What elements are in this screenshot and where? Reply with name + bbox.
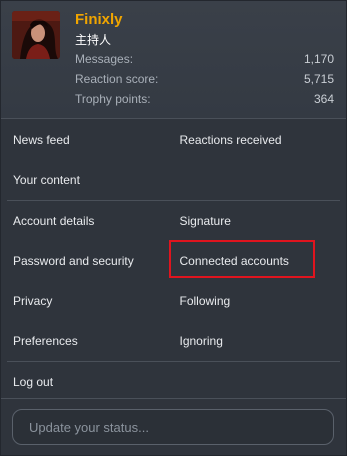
link-empty xyxy=(180,160,347,200)
username[interactable]: Finixly xyxy=(75,11,123,28)
link-password-security[interactable]: Password and security xyxy=(1,241,180,281)
stat-label: Reaction score: xyxy=(75,72,159,86)
account-links: News feed Reactions received Your conten… xyxy=(1,120,346,402)
link-connected-accounts[interactable]: Connected accounts xyxy=(180,241,347,281)
link-row: News feed Reactions received xyxy=(1,120,346,160)
link-row: Your content xyxy=(1,160,346,200)
link-reactions-received[interactable]: Reactions received xyxy=(180,120,347,160)
link-ignoring[interactable]: Ignoring xyxy=(180,321,347,361)
link-signature[interactable]: Signature xyxy=(180,201,347,241)
stat-value: 1,170 xyxy=(303,52,334,66)
link-row: Preferences Ignoring xyxy=(1,321,346,361)
link-privacy[interactable]: Privacy xyxy=(1,281,180,321)
link-following[interactable]: Following xyxy=(180,281,347,321)
link-your-content[interactable]: Your content xyxy=(1,160,180,200)
link-news-feed[interactable]: News feed xyxy=(1,120,180,160)
stat-label: Trophy points: xyxy=(75,92,151,106)
link-row: Account details Signature xyxy=(1,201,346,241)
stat-value: 364 xyxy=(313,92,334,106)
avatar[interactable] xyxy=(12,11,60,59)
link-row: Password and security Connected accounts xyxy=(1,241,346,281)
link-row: Privacy Following xyxy=(1,281,346,321)
profile-header: Finixly 主持人 Messages: 1,170 Reaction sco… xyxy=(1,1,346,119)
avatar-image xyxy=(12,11,60,59)
account-menu: Finixly 主持人 Messages: 1,170 Reaction sco… xyxy=(0,0,347,456)
status-input[interactable] xyxy=(12,409,334,445)
stat-label: Messages: xyxy=(75,52,134,66)
link-log-out[interactable]: Log out xyxy=(1,362,346,402)
stat-messages: Messages: 1,170 xyxy=(75,49,334,69)
user-title: 主持人 xyxy=(75,33,112,47)
user-stats: Messages: 1,170 Reaction score: 5,715 Tr… xyxy=(75,49,334,109)
link-row: Log out xyxy=(1,362,346,402)
stat-value: 5,715 xyxy=(303,72,334,86)
status-footer xyxy=(1,398,346,455)
link-account-details[interactable]: Account details xyxy=(1,201,180,241)
stat-trophy-points: Trophy points: 364 xyxy=(75,89,334,109)
link-preferences[interactable]: Preferences xyxy=(1,321,180,361)
stat-reaction-score: Reaction score: 5,715 xyxy=(75,69,334,89)
